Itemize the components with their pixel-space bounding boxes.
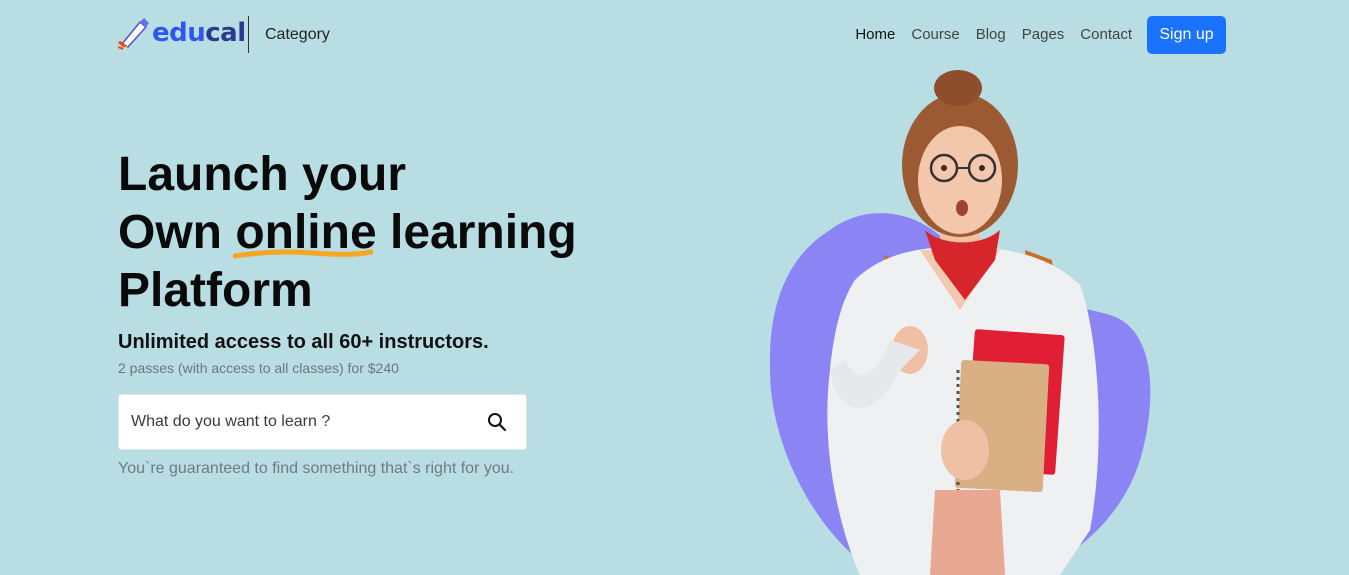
- hero-illustration: [769, 70, 1151, 575]
- category-menu[interactable]: Category: [265, 26, 330, 44]
- nav-pages[interactable]: Pages: [1022, 26, 1065, 43]
- price-note: 2 passes (with access to all classes) fo…: [118, 360, 399, 376]
- hero-title: Launch your Own online learning Platform: [118, 146, 577, 320]
- nav-home[interactable]: Home: [855, 26, 895, 43]
- nav-contact[interactable]: Contact: [1080, 26, 1132, 43]
- search-icon[interactable]: [486, 411, 508, 433]
- page: educal Category Home Course Blog Pages C…: [0, 0, 1349, 575]
- nav-course[interactable]: Course: [911, 26, 959, 43]
- hero-title-line-1: Launch your: [118, 148, 407, 201]
- hero-title-line-3: Platform: [118, 264, 313, 317]
- logo-wordmark: educal: [152, 18, 246, 48]
- logo[interactable]: educal: [116, 15, 246, 51]
- search-input[interactable]: [119, 412, 473, 432]
- hero-title-line-2: Own online learning: [118, 204, 577, 262]
- header-divider: [248, 16, 249, 53]
- nav-blog[interactable]: Blog: [976, 26, 1006, 43]
- pencil-logo-icon: [117, 18, 149, 50]
- hero-title-own: Own: [118, 206, 236, 259]
- main-nav: Home Course Blog Pages Contact: [855, 26, 1132, 43]
- search-box: [118, 394, 527, 450]
- hero-subtitle: Unlimited access to all 60+ instructors.: [118, 331, 489, 353]
- guarantee-text: You`re guaranteed to find something that…: [118, 460, 515, 477]
- highlighted-word: online: [233, 206, 377, 259]
- hero-title-learning: learning: [376, 206, 577, 259]
- signup-button[interactable]: Sign up: [1147, 16, 1226, 54]
